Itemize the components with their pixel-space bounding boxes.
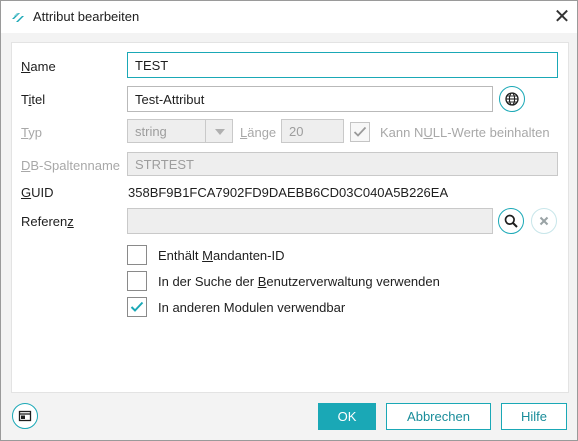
window-title: Attribut bearbeiten: [33, 9, 140, 24]
app-icon: [12, 13, 24, 22]
laenge-label: Länge: [240, 125, 277, 140]
titel-label: Titel: [21, 92, 46, 107]
layout-button[interactable]: [12, 403, 38, 429]
name-input[interactable]: [127, 52, 558, 78]
db-spaltenname-label: DB-Spaltenname: [21, 158, 121, 173]
close-icon[interactable]: ✕: [549, 3, 575, 31]
ok-button[interactable]: OK: [318, 403, 376, 430]
chevron-down-icon[interactable]: [205, 119, 233, 143]
benutzerverwaltung-checkbox[interactable]: [127, 271, 147, 291]
clear-icon: [539, 216, 549, 226]
hilfe-button[interactable]: Hilfe: [501, 403, 567, 430]
benutzerverwaltung-label: In der Suche der Benutzerverwaltung verw…: [158, 274, 440, 289]
module-verwendbar-label: In anderen Modulen verwendbar: [158, 300, 346, 315]
typ-select[interactable]: [127, 119, 206, 143]
dialog-window: Attribut bearbeiten ✕ Name Titel Typ Län…: [0, 0, 578, 441]
clear-button[interactable]: [531, 208, 557, 234]
titel-input[interactable]: [127, 86, 493, 112]
guid-value: 358BF9B1FCA7902FD9DAEBB6CD03C040A5B226EA: [128, 185, 449, 200]
check-icon: [353, 126, 367, 137]
guid-label: GUID: [21, 185, 54, 200]
laenge-input[interactable]: [281, 119, 344, 143]
translate-button[interactable]: [499, 86, 525, 112]
title-bar: Attribut bearbeiten ✕: [1, 1, 577, 33]
search-button[interactable]: [498, 208, 524, 234]
abbrechen-button[interactable]: Abbrechen: [386, 403, 491, 430]
referenz-label: Referenz: [21, 214, 74, 229]
check-icon: [130, 301, 144, 312]
globe-icon: [505, 92, 519, 106]
nullable-label: Kann NULL-Werte beinhalten: [380, 125, 550, 140]
db-spaltenname-input[interactable]: [127, 152, 558, 176]
typ-label: Typ: [21, 125, 42, 140]
window-layout-icon: [18, 410, 32, 422]
mandanten-id-checkbox[interactable]: [127, 245, 147, 265]
name-label: Name: [21, 59, 56, 74]
referenz-input[interactable]: [127, 208, 493, 234]
search-icon: [504, 214, 518, 228]
nullable-checkbox[interactable]: [350, 122, 370, 142]
module-verwendbar-checkbox[interactable]: [127, 297, 147, 317]
mandanten-id-label: Enthält Mandanten-ID: [158, 248, 285, 263]
